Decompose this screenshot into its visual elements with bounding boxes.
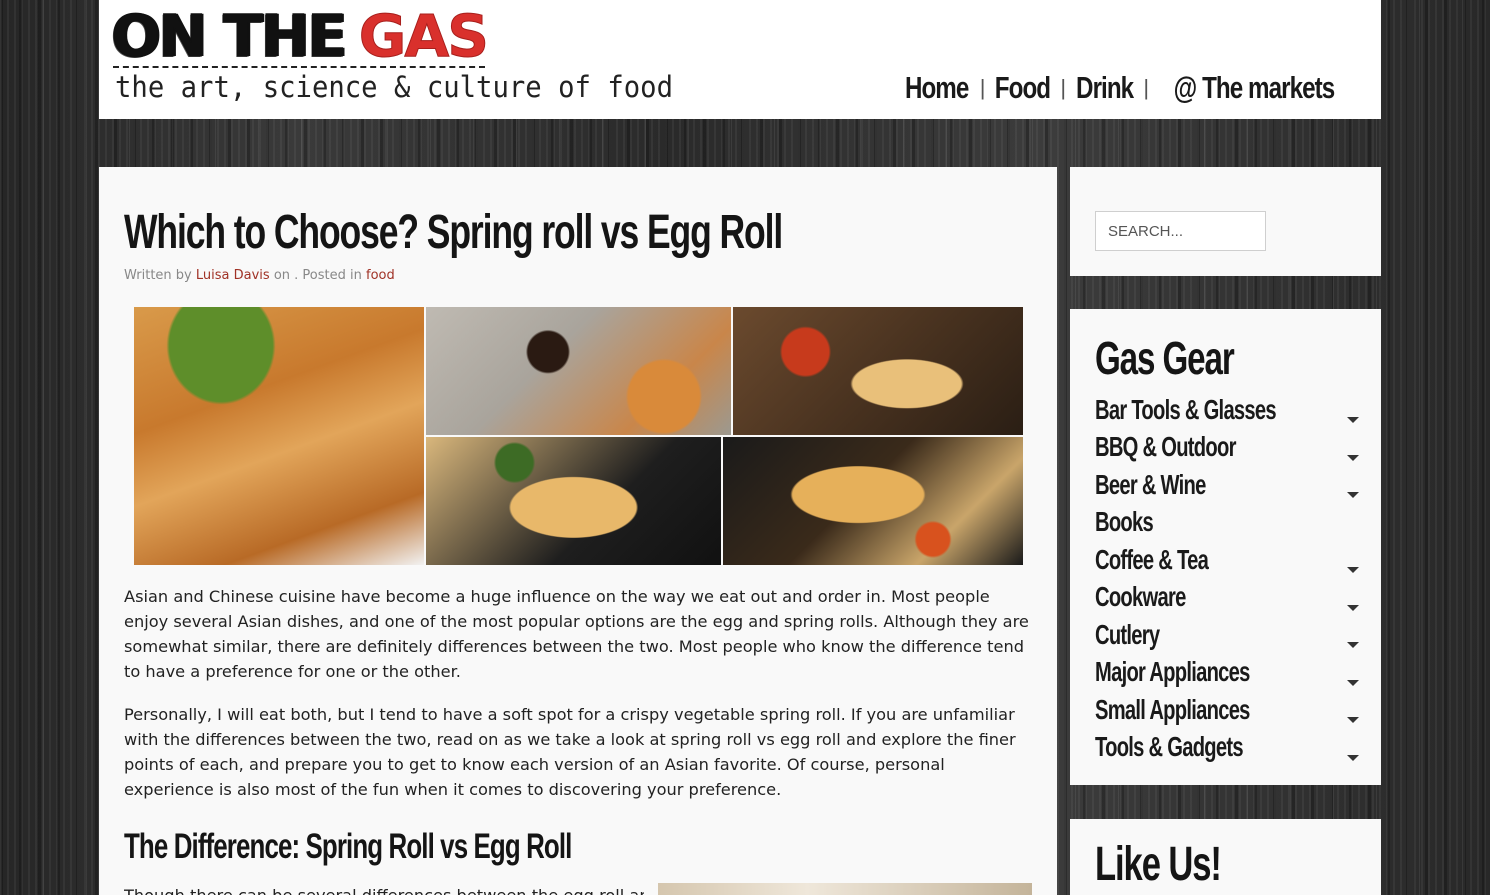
logo-text-main: ON THE xyxy=(111,2,348,70)
gear-item-tools-gadgets[interactable]: Tools & Gadgets xyxy=(1095,729,1359,767)
caret-down-icon[interactable] xyxy=(1347,567,1359,573)
gear-item-label: Tools & Gadgets xyxy=(1095,731,1244,763)
site-header: ON THE GAS the art, science & culture of… xyxy=(99,0,1381,119)
gear-item-label: Major Appliances xyxy=(1095,656,1250,688)
gear-item-label: Books xyxy=(1095,506,1154,538)
search-input[interactable] xyxy=(1095,211,1266,251)
nav-food[interactable]: Food xyxy=(995,70,1051,106)
article-panel: Which to Choose? Spring roll vs Egg Roll… xyxy=(99,167,1057,895)
nav-drink[interactable]: Drink xyxy=(1076,70,1134,106)
nav-separator: | xyxy=(1060,75,1067,100)
gear-item-label: BBQ & Outdoor xyxy=(1095,431,1236,463)
gear-item-label: Small Appliances xyxy=(1095,693,1250,725)
gear-item-bar-tools[interactable]: Bar Tools & Glasses xyxy=(1095,391,1359,429)
caret-down-icon[interactable] xyxy=(1347,604,1359,611)
logo-divider xyxy=(113,66,485,68)
gear-item-major-appliances[interactable]: Major Appliances xyxy=(1095,654,1359,692)
nav-markets[interactable]: @ The markets xyxy=(1174,70,1336,106)
gear-item-small-appliances[interactable]: Small Appliances xyxy=(1095,691,1359,729)
hero-image-collage xyxy=(134,307,1023,565)
like-us-title: Like Us! xyxy=(1095,838,1222,891)
inline-photo xyxy=(658,883,1032,895)
nav-separator: | xyxy=(1143,75,1150,100)
caret-down-icon[interactable] xyxy=(1347,454,1359,461)
gear-item-books[interactable]: Books xyxy=(1095,504,1359,542)
gear-item-bbq[interactable]: BBQ & Outdoor xyxy=(1095,429,1359,467)
gear-item-beer-wine[interactable]: Beer & Wine xyxy=(1095,466,1359,504)
article-byline: Written by Luisa Davis on . Posted in fo… xyxy=(124,268,395,283)
gear-item-cutlery[interactable]: Cutlery xyxy=(1095,616,1359,654)
section-heading: The Difference: Spring Roll vs Egg Roll xyxy=(124,827,572,866)
caret-down-icon[interactable] xyxy=(1347,679,1359,686)
article-paragraph: Asian and Chinese cuisine have become a … xyxy=(124,587,1029,681)
author-link[interactable]: Luisa Davis xyxy=(196,268,270,283)
nav-home[interactable]: Home xyxy=(905,70,969,106)
hero-photo xyxy=(723,437,1023,565)
category-link[interactable]: food xyxy=(366,268,395,283)
logo-tagline: the art, science & culture of food xyxy=(115,70,674,104)
hero-photo xyxy=(134,307,424,565)
nav-separator: | xyxy=(979,75,986,100)
gas-gear-title: Gas Gear xyxy=(1095,332,1235,384)
gear-item-label: Coffee & Tea xyxy=(1095,543,1209,575)
caret-down-icon[interactable] xyxy=(1347,642,1359,648)
article-title: Which to Choose? Spring roll vs Egg Roll xyxy=(124,206,783,259)
caret-down-icon[interactable] xyxy=(1347,417,1359,423)
main-nav: Home | Food | Drink | @ The markets xyxy=(896,70,1357,106)
site-logo[interactable]: ON THE GAS the art, science & culture of… xyxy=(111,2,674,108)
gas-gear-menu: Bar Tools & Glasses BBQ & Outdoor Beer &… xyxy=(1095,391,1359,766)
gear-item-coffee-tea[interactable]: Coffee & Tea xyxy=(1095,541,1359,579)
article-paragraph: Personally, I will eat both, but I tend … xyxy=(124,705,1016,799)
caret-down-icon[interactable] xyxy=(1347,717,1359,723)
gear-item-label: Beer & Wine xyxy=(1095,468,1206,500)
hero-photo xyxy=(426,437,721,565)
gear-item-cookware[interactable]: Cookware xyxy=(1095,579,1359,617)
search-widget xyxy=(1070,167,1381,276)
gear-item-label: Cutlery xyxy=(1095,618,1160,650)
byline-posted-in: on . Posted in xyxy=(273,268,362,283)
gear-item-label: Cookware xyxy=(1095,581,1186,613)
byline-written-by: Written by xyxy=(124,268,192,283)
caret-down-icon[interactable] xyxy=(1347,754,1359,761)
article-paragraph: Though there can be several differences … xyxy=(124,883,644,895)
logo-text-accent: GAS xyxy=(358,2,489,70)
caret-down-icon[interactable] xyxy=(1347,492,1359,498)
like-us-widget: Like Us! xyxy=(1070,819,1381,895)
gear-item-label: Bar Tools & Glasses xyxy=(1095,393,1277,425)
hero-photo xyxy=(733,307,1023,435)
hero-photo xyxy=(426,307,731,435)
gas-gear-widget: Gas Gear Bar Tools & Glasses BBQ & Outdo… xyxy=(1070,309,1381,785)
